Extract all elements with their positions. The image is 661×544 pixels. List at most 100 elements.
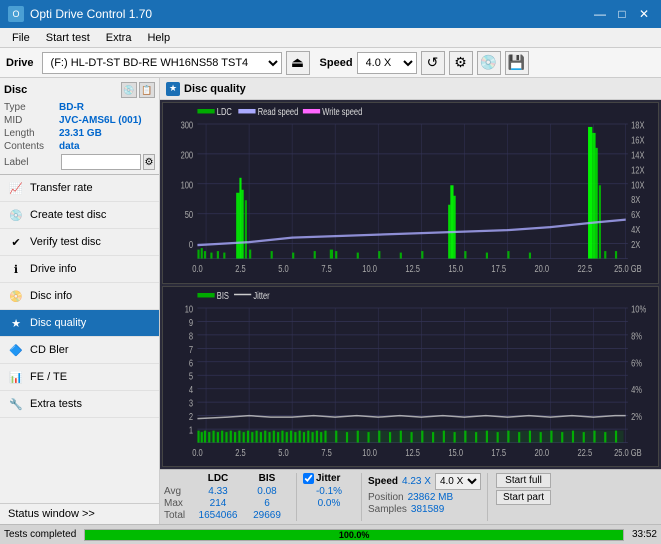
status-window-btn[interactable]: Status window >> bbox=[0, 503, 159, 524]
divider-1 bbox=[296, 473, 297, 521]
disc-icon-1[interactable]: 💿 bbox=[121, 82, 137, 98]
status-progress-text: 100.0% bbox=[85, 530, 623, 540]
disc-type-row: Type BD-R bbox=[4, 102, 155, 113]
menu-file[interactable]: File bbox=[4, 30, 38, 46]
svg-text:10.0: 10.0 bbox=[362, 263, 377, 274]
close-button[interactable]: ✕ bbox=[635, 5, 653, 23]
position-value: 23862 MB bbox=[408, 492, 454, 503]
svg-text:6: 6 bbox=[189, 357, 193, 368]
svg-text:10%: 10% bbox=[631, 303, 646, 314]
speed-pos-stats: Speed 4.23 X 4.0 X Position 23862 MB Sam… bbox=[368, 473, 481, 515]
verify-test-disc-icon: ✔ bbox=[8, 234, 24, 250]
svg-text:3: 3 bbox=[189, 397, 193, 408]
max-ldc: 214 bbox=[192, 498, 244, 509]
svg-text:1: 1 bbox=[189, 424, 193, 435]
start-full-button[interactable]: Start full bbox=[496, 473, 551, 488]
sidebar-item-cd-bler[interactable]: 🔷 CD Bler bbox=[0, 337, 159, 364]
sidebar-item-transfer-rate[interactable]: 📈 Transfer rate bbox=[0, 175, 159, 202]
menu-help[interactable]: Help bbox=[139, 30, 178, 46]
bis-col-header: BIS bbox=[244, 473, 290, 484]
svg-text:10X: 10X bbox=[631, 179, 644, 190]
sidebar-item-disc-info[interactable]: 📀 Disc info bbox=[0, 283, 159, 310]
sidebar-item-disc-quality[interactable]: ★ Disc quality bbox=[0, 310, 159, 337]
max-bis: 6 bbox=[244, 498, 290, 509]
svg-text:Write speed: Write speed bbox=[322, 106, 362, 117]
sidebar-item-extra-tests[interactable]: 🔧 Extra tests bbox=[0, 391, 159, 418]
sidebar-item-label: Extra tests bbox=[30, 398, 82, 410]
jitter-checkbox[interactable] bbox=[303, 473, 314, 484]
svg-text:Read speed: Read speed bbox=[258, 106, 299, 117]
svg-text:LDC: LDC bbox=[217, 106, 232, 117]
svg-text:22.5: 22.5 bbox=[578, 263, 593, 274]
svg-text:200: 200 bbox=[181, 149, 194, 160]
refresh-button[interactable]: ↺ bbox=[421, 51, 445, 75]
total-label: Total bbox=[164, 510, 192, 521]
menu-extra[interactable]: Extra bbox=[98, 30, 140, 46]
disc-icon-btn[interactable]: 💿 bbox=[477, 51, 501, 75]
status-window-label: Status window >> bbox=[8, 508, 95, 520]
save-button[interactable]: 💾 bbox=[505, 51, 529, 75]
samples-value: 381589 bbox=[411, 504, 444, 515]
maximize-button[interactable]: □ bbox=[613, 5, 631, 23]
speed-select[interactable]: 4.0 X bbox=[357, 52, 417, 74]
disc-mid-label: MID bbox=[4, 115, 59, 126]
fe-te-icon: 📊 bbox=[8, 369, 24, 385]
svg-text:16X: 16X bbox=[631, 134, 644, 145]
svg-text:5.0: 5.0 bbox=[278, 263, 288, 274]
sidebar-item-label: Drive info bbox=[30, 263, 76, 275]
titlebar: O Opti Drive Control 1.70 — □ ✕ bbox=[0, 0, 661, 28]
disc-contents-row: Contents data bbox=[4, 141, 155, 152]
disc-contents-label: Contents bbox=[4, 141, 59, 152]
disc-label-row: Label ⚙ bbox=[4, 154, 155, 170]
sidebar: Disc 💿 📋 Type BD-R MID JVC-AMS6L (001) L… bbox=[0, 78, 160, 524]
disc-label-btn[interactable]: ⚙ bbox=[143, 154, 155, 170]
divider-2 bbox=[361, 473, 362, 521]
svg-text:15.0: 15.0 bbox=[448, 446, 463, 457]
total-bis: 29669 bbox=[244, 510, 290, 521]
status-text: Tests completed bbox=[4, 529, 76, 540]
titlebar-controls[interactable]: — □ ✕ bbox=[591, 5, 653, 23]
disc-header: Disc 💿 📋 bbox=[4, 82, 155, 98]
start-part-button[interactable]: Start part bbox=[496, 490, 551, 505]
ldc-col-header: LDC bbox=[192, 473, 244, 484]
disc-icons: 💿 📋 bbox=[121, 82, 155, 98]
drive-label: Drive bbox=[6, 57, 34, 69]
disc-mid-row: MID JVC-AMS6L (001) bbox=[4, 115, 155, 126]
sidebar-item-create-test-disc[interactable]: 💿 Create test disc bbox=[0, 202, 159, 229]
svg-text:2.5: 2.5 bbox=[235, 263, 245, 274]
sidebar-item-drive-info[interactable]: ℹ Drive info bbox=[0, 256, 159, 283]
disc-icon-2[interactable]: 📋 bbox=[139, 82, 155, 98]
svg-text:BIS: BIS bbox=[217, 289, 229, 300]
sidebar-item-verify-test-disc[interactable]: ✔ Verify test disc bbox=[0, 229, 159, 256]
sidebar-item-label: Disc quality bbox=[30, 317, 86, 329]
chart-ldc: 300 200 100 50 0 18X 16X 14X 12X 10X 8X … bbox=[162, 102, 659, 284]
jitter-stats: Jitter -0.1% 0.0% bbox=[303, 473, 355, 510]
speed-dropdown[interactable]: 4.0 X bbox=[435, 473, 481, 490]
svg-text:18X: 18X bbox=[631, 119, 644, 130]
svg-text:50: 50 bbox=[185, 209, 193, 220]
create-test-disc-icon: 💿 bbox=[8, 207, 24, 223]
speed-col-label: Speed bbox=[368, 476, 398, 487]
svg-text:6X: 6X bbox=[631, 209, 640, 220]
svg-text:25.0 GB: 25.0 GB bbox=[614, 446, 642, 457]
disc-label-input[interactable] bbox=[61, 154, 141, 170]
svg-text:4%: 4% bbox=[631, 384, 642, 395]
minimize-button[interactable]: — bbox=[591, 5, 609, 23]
menu-start-test[interactable]: Start test bbox=[38, 30, 98, 46]
svg-text:12.5: 12.5 bbox=[405, 446, 420, 457]
disc-type-label: Type bbox=[4, 102, 59, 113]
disc-contents-value: data bbox=[59, 141, 80, 152]
drive-select[interactable]: (F:) HL-DT-ST BD-RE WH16NS58 TST4 bbox=[42, 52, 282, 74]
svg-text:14X: 14X bbox=[631, 149, 644, 160]
svg-text:2X: 2X bbox=[631, 239, 640, 250]
speed-label: Speed bbox=[320, 57, 353, 69]
settings-button[interactable]: ⚙ bbox=[449, 51, 473, 75]
eject-button[interactable]: ⏏ bbox=[286, 51, 310, 75]
svg-text:8%: 8% bbox=[631, 330, 642, 341]
svg-text:5.0: 5.0 bbox=[278, 446, 288, 457]
sidebar-item-fe-te[interactable]: 📊 FE / TE bbox=[0, 364, 159, 391]
main-container: Disc 💿 📋 Type BD-R MID JVC-AMS6L (001) L… bbox=[0, 78, 661, 524]
svg-text:22.5: 22.5 bbox=[578, 446, 593, 457]
cd-bler-icon: 🔷 bbox=[8, 342, 24, 358]
svg-text:0.0: 0.0 bbox=[192, 263, 202, 274]
